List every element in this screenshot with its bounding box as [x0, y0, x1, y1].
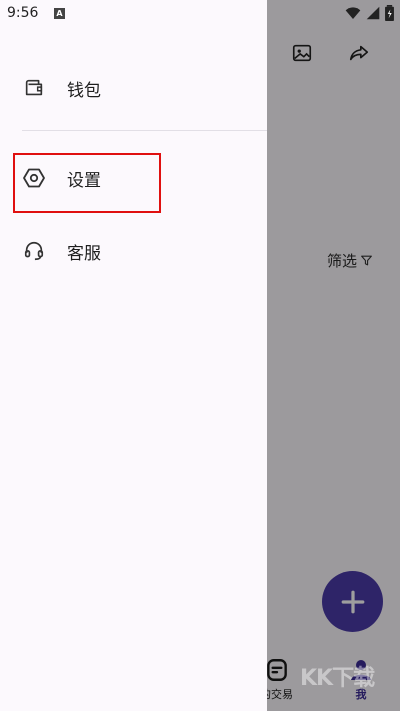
battery-icon: [385, 5, 394, 21]
notification-badge: A: [54, 8, 65, 19]
status-time: 9:56: [7, 5, 39, 21]
watermark: KK下载: [300, 666, 375, 691]
status-icons: [345, 5, 394, 21]
drawer-divider: [22, 130, 267, 131]
drawer-item-wallet[interactable]: 钱包: [0, 62, 267, 114]
wallet-icon: [22, 76, 46, 100]
headset-icon: [22, 239, 46, 263]
signal-icon: [366, 6, 380, 20]
drawer-item-support[interactable]: 客服: [0, 225, 267, 277]
status-bar: 9:56 A: [0, 0, 400, 26]
drawer-label-support: 客服: [67, 243, 101, 264]
navigation-drawer: 钱包 设置 客服: [0, 0, 267, 711]
highlight-box: [13, 153, 161, 213]
wifi-icon: [345, 7, 361, 19]
drawer-label-wallet: 钱包: [67, 80, 101, 101]
